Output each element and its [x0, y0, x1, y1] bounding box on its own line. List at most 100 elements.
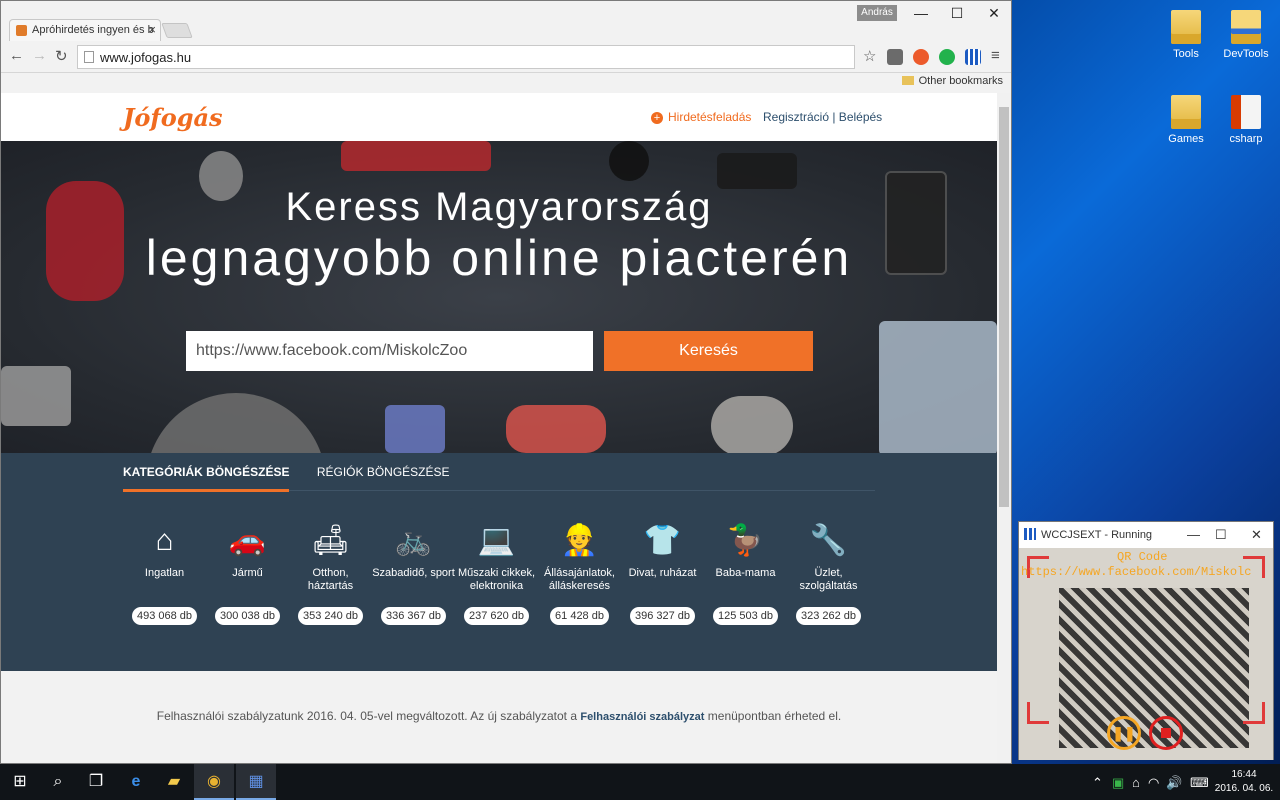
extension-p-icon[interactable]: [887, 49, 903, 65]
category-count: 336 367 db: [380, 607, 447, 625]
category-allas[interactable]: 👷 Állásajánlatok, álláskeresés 61 428 db: [538, 521, 621, 625]
start-button[interactable]: ⊞: [0, 764, 40, 800]
menu-icon[interactable]: ≡: [991, 47, 1000, 64]
category-name: Szabadidő, sport: [372, 567, 455, 579]
tab-categories[interactable]: KATEGÓRIÁK BÖNGÉSZÉSE: [123, 465, 290, 492]
extension-green-icon[interactable]: [939, 49, 955, 65]
address-bar[interactable]: www.jofogas.hu: [77, 45, 855, 69]
browser-tab[interactable]: Apróhirdetés ingyen és b ×: [9, 19, 161, 41]
keyboard-icon[interactable]: ⌨: [1190, 775, 1209, 791]
sofa-icon: 🛋: [311, 524, 350, 557]
bookmark-star-icon[interactable]: ☆: [863, 47, 876, 65]
qr-app-taskbar-icon[interactable]: ▦: [236, 764, 276, 800]
other-bookmarks[interactable]: Other bookmarks: [902, 75, 1003, 87]
hero-headline: Keress Magyarország: [285, 185, 713, 229]
maximize-button[interactable]: ☐: [1215, 527, 1227, 543]
category-uzlet[interactable]: 🔧 Üzlet, szolgáltatás 323 262 db: [787, 521, 870, 625]
close-button[interactable]: ✕: [1251, 527, 1262, 543]
category-name: Divat, ruházat: [628, 567, 697, 579]
category-section: KATEGÓRIÁK BÖNGÉSZÉSE RÉGIÓK BÖNGÉSZÉSE …: [1, 453, 997, 671]
category-divat[interactable]: 👕 Divat, ruházat 396 327 db: [621, 521, 704, 625]
site-logo[interactable]: Jófogás: [123, 103, 223, 132]
clock-date: 2016. 04. 06.: [1214, 783, 1274, 794]
close-tab-icon[interactable]: ×: [148, 22, 156, 37]
desktop-icon-tools[interactable]: Tools: [1156, 10, 1216, 60]
qr-scanner-window: WCCJSEXT - Running — ☐ ✕ QR Code https:/…: [1018, 521, 1274, 760]
policy-link[interactable]: Felhasználói szabályzat: [580, 711, 704, 723]
category-jarmu[interactable]: 🚗 Jármű 300 038 db: [206, 521, 289, 625]
pause-button[interactable]: ❚❚: [1107, 716, 1141, 750]
desktop-icon-csharp[interactable]: csharp: [1216, 95, 1276, 145]
extension-qr-icon[interactable]: [965, 49, 981, 65]
category-muszaki[interactable]: 💻 Műszaki cikkek, elektronika 237 620 db: [455, 521, 538, 625]
maximize-button[interactable]: ☐: [939, 5, 975, 25]
plus-icon: +: [651, 112, 663, 124]
extension-orange-icon[interactable]: [913, 49, 929, 65]
category-baba[interactable]: 🦆 Baba-mama 125 503 db: [704, 521, 787, 625]
file-explorer-icon[interactable]: ▰: [154, 764, 194, 800]
category-name: Műszaki cikkek, elektronika: [457, 567, 536, 592]
category-name: Üzlet, szolgáltatás: [799, 567, 858, 592]
browser-titlebar: Apróhirdetés ingyen és b × András — ☐ ✕: [1, 1, 1011, 41]
search-icon[interactable]: ⌕: [38, 764, 78, 800]
page-scrollbar[interactable]: [997, 93, 1011, 763]
category-count: 323 262 db: [795, 607, 862, 625]
shoes-image: [506, 405, 606, 453]
category-name: Baba-mama: [715, 567, 776, 579]
search-input[interactable]: [186, 331, 593, 371]
task-view-icon[interactable]: ❐: [76, 764, 116, 800]
shirt-image: [879, 321, 997, 453]
tray-network-icon[interactable]: ⌂: [1132, 775, 1140, 790]
minimize-button[interactable]: —: [1187, 527, 1200, 542]
minimize-button[interactable]: —: [903, 5, 939, 25]
wifi-icon[interactable]: ◠: [1148, 775, 1159, 791]
tray-app-icon[interactable]: ▣: [1112, 775, 1124, 791]
back-button[interactable]: ←: [9, 47, 24, 64]
category-count: 493 068 db: [131, 607, 198, 625]
qr-app-icon: [1024, 528, 1036, 540]
reload-button[interactable]: ↻: [55, 47, 68, 65]
edge-icon[interactable]: e: [116, 764, 156, 800]
forward-button[interactable]: →: [32, 47, 47, 64]
desktop-icon-games[interactable]: Games: [1156, 95, 1216, 145]
new-tab-button[interactable]: [161, 23, 193, 38]
category-szabadido[interactable]: 🚲 Szabadidő, sport 336 367 db: [372, 521, 455, 625]
tray-chevron-icon[interactable]: ⌃: [1092, 775, 1103, 791]
desktop-icon-label: Games: [1168, 133, 1204, 145]
hero-subheadline: legnagyobb online piacterén: [145, 230, 853, 286]
chrome-icon[interactable]: ◉: [194, 764, 234, 800]
bookmarks-bar: Other bookmarks: [1, 73, 1011, 93]
teddy-bear-image: [711, 396, 793, 453]
desktop-icon-devtools[interactable]: DevTools: [1216, 10, 1276, 60]
desktop-icon-label: DevTools: [1223, 48, 1269, 60]
scrollbar-thumb[interactable]: [999, 107, 1009, 507]
volume-icon[interactable]: 🔊: [1166, 775, 1182, 791]
tool-icon: 🔧: [809, 524, 848, 557]
stop-button[interactable]: [1149, 716, 1183, 750]
search-button[interactable]: Keresés: [604, 331, 813, 371]
profile-button[interactable]: András: [857, 5, 897, 21]
browser-toolbar: ← → ↻ www.jofogas.hu ☆ ≡: [1, 41, 1011, 73]
category-count: 396 327 db: [629, 607, 696, 625]
category-name: Állásajánlatok, álláskeresés: [544, 567, 615, 592]
category-otthon[interactable]: 🛋 Otthon, háztartás 353 240 db: [289, 521, 372, 625]
lamp-image: [385, 405, 445, 453]
dice-image: [717, 153, 797, 189]
category-count: 125 503 db: [712, 607, 779, 625]
site-header: Jófogás + Hirdetésfeladás Regisztráció | …: [1, 93, 997, 141]
folder-icon: [1171, 10, 1201, 44]
category-count: 61 428 db: [550, 607, 609, 625]
category-count: 353 240 db: [297, 607, 364, 625]
auth-links[interactable]: Regisztráció | Belépés: [763, 110, 882, 124]
close-window-button[interactable]: ✕: [976, 5, 1012, 25]
folder-icon: [1171, 95, 1201, 129]
post-ad-label: Hirdetésfeladás: [668, 110, 752, 124]
bicycle-icon: 🚲: [394, 524, 433, 557]
tab-regions[interactable]: RÉGIÓK BÖNGÉSZÉSE: [317, 465, 450, 489]
qr-window-title: WCCJSEXT - Running: [1041, 529, 1153, 541]
document-icon: [1231, 95, 1261, 129]
post-ad-link[interactable]: + Hirdetésfeladás: [651, 110, 751, 124]
system-clock[interactable]: 16:44 2016. 04. 06.: [1214, 768, 1274, 796]
category-ingatlan[interactable]: ⌂ Ingatlan 493 068 db: [123, 521, 206, 625]
category-name: Otthon, háztartás: [307, 567, 354, 592]
